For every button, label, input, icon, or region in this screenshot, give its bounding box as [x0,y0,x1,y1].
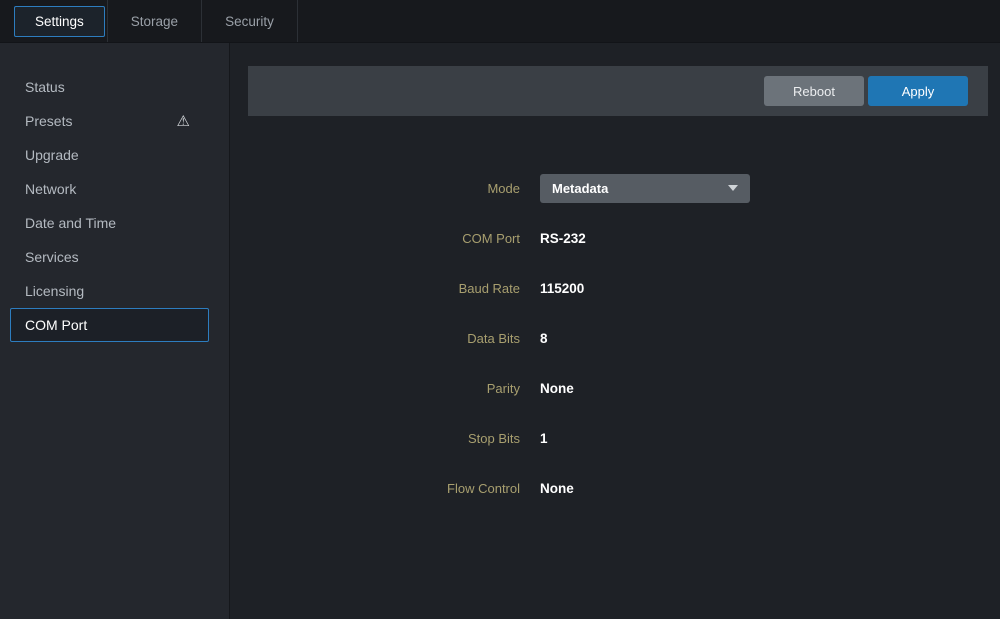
field-label-parity: Parity [230,381,520,396]
sidebar-item-status[interactable]: Status [10,70,209,104]
sidebar-item-label: Date and Time [25,215,116,231]
sidebar-item-network[interactable]: Network [10,172,209,206]
reboot-button[interactable]: Reboot [764,76,864,106]
tab-storage[interactable]: Storage [108,0,202,42]
sidebar-item-label: Upgrade [25,147,79,163]
sidebar-item-label: Status [25,79,65,95]
sidebar-item-presets[interactable]: Presets ⚠ [10,104,209,138]
field-label-stop-bits: Stop Bits [230,431,520,446]
sidebar: Status Presets ⚠ Upgrade Network Date an… [0,43,230,619]
apply-button[interactable]: Apply [868,76,968,106]
chevron-down-icon [728,185,738,191]
baud-rate-value: 115200 [540,281,584,296]
sidebar-item-com-port[interactable]: COM Port [10,308,209,342]
tab-settings[interactable]: Settings [12,0,108,42]
form-row-parity: Parity None [230,363,1000,413]
com-port-value: RS-232 [540,231,586,246]
data-bits-value: 8 [540,331,548,346]
stop-bits-value: 1 [540,431,548,446]
action-toolbar: Reboot Apply [248,66,988,116]
mode-dropdown-value: Metadata [552,181,608,196]
main-layout: Status Presets ⚠ Upgrade Network Date an… [0,43,1000,619]
form-row-data-bits: Data Bits 8 [230,313,1000,363]
sidebar-item-date-and-time[interactable]: Date and Time [10,206,209,240]
form-row-flow-control: Flow Control None [230,463,1000,513]
form-row-stop-bits: Stop Bits 1 [230,413,1000,463]
tab-storage-label: Storage [110,6,199,37]
content-area: Reboot Apply Mode Metadata COM Port RS-2… [230,43,1000,619]
sidebar-item-label: Licensing [25,283,84,299]
form-row-mode: Mode Metadata [230,163,1000,213]
tab-security[interactable]: Security [202,0,298,42]
sidebar-item-label: Services [25,249,79,265]
field-label-flow-control: Flow Control [230,481,520,496]
form-row-com-port: COM Port RS-232 [230,213,1000,263]
field-label-data-bits: Data Bits [230,331,520,346]
tab-settings-label: Settings [14,6,105,37]
warning-triangle-icon: ⚠ [177,114,190,129]
sidebar-item-licensing[interactable]: Licensing [10,274,209,308]
field-label-baud-rate: Baud Rate [230,281,520,296]
sidebar-item-label: Presets [25,113,72,129]
sidebar-item-upgrade[interactable]: Upgrade [10,138,209,172]
tab-security-label: Security [204,6,295,37]
field-label-com-port: COM Port [230,231,520,246]
mode-dropdown[interactable]: Metadata [540,174,750,203]
parity-value: None [540,381,574,396]
sidebar-item-label: Network [25,181,76,197]
sidebar-item-label: COM Port [25,317,87,333]
flow-control-value: None [540,481,574,496]
field-label-mode: Mode [230,181,520,196]
sidebar-item-services[interactable]: Services [10,240,209,274]
com-port-form: Mode Metadata COM Port RS-232 Baud Rate … [230,163,1000,513]
topbar: Settings Storage Security [0,0,1000,43]
form-row-baud-rate: Baud Rate 115200 [230,263,1000,313]
